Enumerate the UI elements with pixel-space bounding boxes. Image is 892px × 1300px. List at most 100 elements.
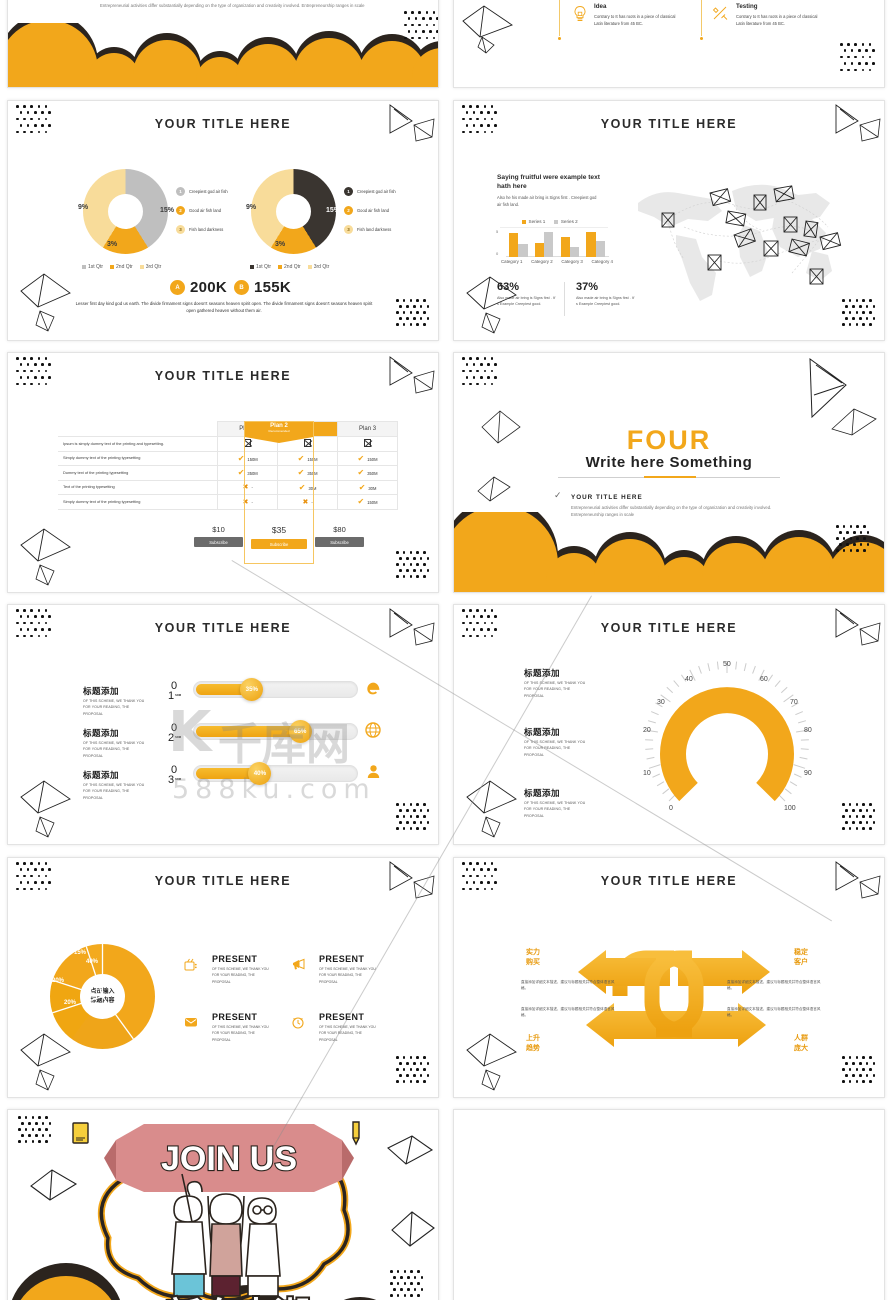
bar-series-1-2 bbox=[534, 243, 545, 257]
column-title-testing: Testing bbox=[736, 3, 758, 10]
cell-value: 350M bbox=[247, 471, 258, 477]
feature-2-title: PRESENT bbox=[319, 954, 365, 964]
alarm-clock-icon bbox=[291, 1015, 305, 1032]
legend-bullet-2: 2 bbox=[344, 206, 353, 215]
slide-join-us[interactable]: JOIN US bbox=[7, 1109, 439, 1300]
cell-value: 150M bbox=[307, 456, 318, 462]
gauge-tick-20: 20 bbox=[643, 727, 651, 734]
progress-track-1[interactable] bbox=[193, 681, 358, 698]
big-stat-b: B 155K bbox=[234, 279, 291, 296]
plan-2-subscribe-button[interactable]: Subscribe bbox=[251, 539, 307, 549]
progress-knob-2[interactable]: 65% bbox=[288, 720, 312, 743]
cell-value: - bbox=[251, 499, 253, 505]
legend-item-1-right: 1 Creepiest god air fish bbox=[344, 187, 399, 196]
polyhedron-decoration bbox=[28, 1166, 80, 1214]
image-placeholder-icon bbox=[304, 439, 312, 448]
dot-grid-decoration bbox=[396, 803, 430, 833]
dot-grid-decoration bbox=[16, 357, 52, 389]
legend-bullet-2: 2 bbox=[176, 206, 185, 215]
stat-badge-b: B bbox=[234, 280, 249, 295]
dot-grid-decoration bbox=[396, 551, 430, 581]
gauge-tick-30: 30 bbox=[657, 699, 665, 706]
progress-row-3-index: 0 3SOM bbox=[165, 765, 183, 786]
dot-grid-decoration bbox=[462, 862, 498, 894]
gauge-tick-50: 50 bbox=[723, 661, 731, 668]
pie-label-15a: 15% bbox=[52, 954, 65, 960]
slide-dual-donut-chart[interactable]: YOUR TITLE HERE 15% 3% 9% 1 Creepiest go… bbox=[7, 100, 439, 341]
gauge-item-1-heading: 标题添加 bbox=[524, 668, 561, 678]
slide-gauge-chart[interactable]: YOUR TITLE HERE 标题添加 OF THIS SCHEME, WE … bbox=[453, 604, 885, 845]
table-cell-r4-c2: ✔ 30M bbox=[277, 479, 339, 495]
bar-chart-legend: Series 1 Series 2 bbox=[522, 219, 578, 224]
pie-label-15b: 15% bbox=[74, 950, 87, 956]
polyhedron-decoration bbox=[832, 860, 884, 908]
cross-icon: ✖ bbox=[242, 484, 249, 492]
cell-value: 30M bbox=[308, 485, 317, 491]
feature-3: PRESENT OF THIS SCHEME, WE THANK YOU FOR… bbox=[212, 1012, 270, 1043]
feature-label: Simply dummy text of the printing typese… bbox=[58, 450, 219, 466]
qtr-legend-right: 1st Qtr 2nd Qtr 3rd Qtr bbox=[250, 264, 329, 270]
cat-1: Category 1 bbox=[501, 259, 523, 264]
qtr-3: 3rd Qtr bbox=[313, 264, 330, 270]
slide-title: YOUR TITLE HERE bbox=[600, 117, 738, 131]
plan-header-3[interactable]: Plan 3 bbox=[337, 421, 398, 437]
donut-left-label-15: 15% bbox=[160, 207, 175, 214]
preview-sheet: Entrepreneurial activities differ substa… bbox=[0, 0, 892, 1300]
polyhedron-decoration bbox=[18, 269, 76, 333]
bullet-title: YOUR TITLE HERE bbox=[571, 494, 643, 501]
slide-copyright-statement[interactable] bbox=[453, 1109, 885, 1300]
dot-grid-decoration bbox=[840, 43, 876, 75]
map-heading: Saying fruitful were example text hath h… bbox=[497, 174, 600, 190]
dot-grid-decoration bbox=[396, 299, 430, 329]
people-illustration bbox=[171, 1173, 281, 1297]
slide-pricing-table[interactable]: YOUR TITLE HERE Plan 1Plan 3Ipsum is sim… bbox=[7, 352, 439, 593]
pricing-table[interactable]: Plan 1Plan 3Ipsum is simply dummy text o… bbox=[58, 421, 398, 510]
cross-icon: ✖ bbox=[242, 498, 249, 506]
image-placeholder-icon bbox=[364, 439, 372, 448]
globe-icon bbox=[365, 722, 381, 742]
check-icon: ✔ bbox=[358, 482, 366, 492]
dot-grid-decoration bbox=[18, 1116, 52, 1146]
table-row: Simply dummy text of the printing typese… bbox=[58, 494, 398, 510]
gauge-tick-100: 100 bbox=[784, 805, 796, 812]
bar-series-1-3 bbox=[560, 237, 570, 257]
gauge-item-3-heading: 标题添加 bbox=[524, 788, 561, 798]
gauge-item-3-body: OF THIS SCHEME, WE THANK YOU FOR YOUR RE… bbox=[524, 801, 586, 818]
join-us-cn-headline: 新血来潮 bbox=[164, 1294, 312, 1300]
slide-section-cover-partial[interactable]: Entrepreneurial activities differ substa… bbox=[7, 0, 439, 88]
slide-interlocking-arrows[interactable]: YOUR TITLE HERE 实力 购买 直接添加详细文本描述，建议与标题相关… bbox=[453, 857, 885, 1098]
feature-label: Text of the printing typesetting bbox=[58, 479, 219, 495]
progress-track-3[interactable] bbox=[193, 765, 358, 782]
dot-grid-decoration bbox=[842, 1056, 876, 1086]
q2-line1: 稳定 bbox=[794, 949, 808, 956]
slide-pie-features[interactable]: YOUR TITLE HERE 点击输入 标题内容 bbox=[7, 857, 439, 1098]
stat-value-b: 155K bbox=[254, 279, 292, 296]
scallop-decoration bbox=[454, 512, 884, 592]
dot-grid-decoration bbox=[16, 105, 52, 137]
bar-series-2-4 bbox=[595, 241, 605, 257]
quadrant-3-body: 直接添加详细文本描述，建议与标题相关并符合整体语言风格。 bbox=[521, 1007, 615, 1018]
gauge-item-2-heading: 标题添加 bbox=[524, 727, 561, 737]
divider-line-1 bbox=[559, 0, 560, 36]
cell-value: 350M bbox=[367, 471, 378, 477]
gauge-tick-40: 40 bbox=[685, 676, 693, 683]
table-cell-r5-c3: ✔ 150M bbox=[337, 494, 398, 510]
cover-body-text: Entrepreneurial activities differ substa… bbox=[100, 3, 365, 8]
cell-value: 150M bbox=[367, 456, 378, 462]
plan-3-subscribe-button[interactable]: Subscribe bbox=[315, 537, 364, 547]
slide-icon-columns-partial[interactable]: Idea Contrary to It has roots in a piece… bbox=[453, 0, 885, 88]
bar-series-1-4 bbox=[586, 231, 596, 257]
feature-3-title: PRESENT bbox=[212, 1012, 258, 1022]
progress-row-2-index: 0 2SOM bbox=[165, 723, 183, 744]
cell-value: 350M bbox=[307, 471, 318, 477]
bar-series-2-3 bbox=[569, 246, 580, 257]
cross-icon: ✖ bbox=[302, 498, 309, 506]
slide-section-divider-four[interactable]: FOUR Write here Something ✓ YOUR TITLE H… bbox=[453, 352, 885, 593]
cat-4: Category 4 bbox=[591, 259, 613, 264]
slide-title: YOUR TITLE HERE bbox=[154, 874, 292, 888]
slide-world-map-stats[interactable]: YOUR TITLE HERE Saying fruitful were exa… bbox=[453, 100, 885, 341]
slide-progress-bars[interactable]: YOUR TITLE HERE 标题添加 OF THIS SCHEME, WE … bbox=[7, 604, 439, 845]
progress-track-2[interactable] bbox=[193, 723, 358, 740]
plan-1-subscribe-button[interactable]: Subscribe bbox=[194, 537, 243, 547]
polyhedron-decoration bbox=[832, 103, 884, 151]
